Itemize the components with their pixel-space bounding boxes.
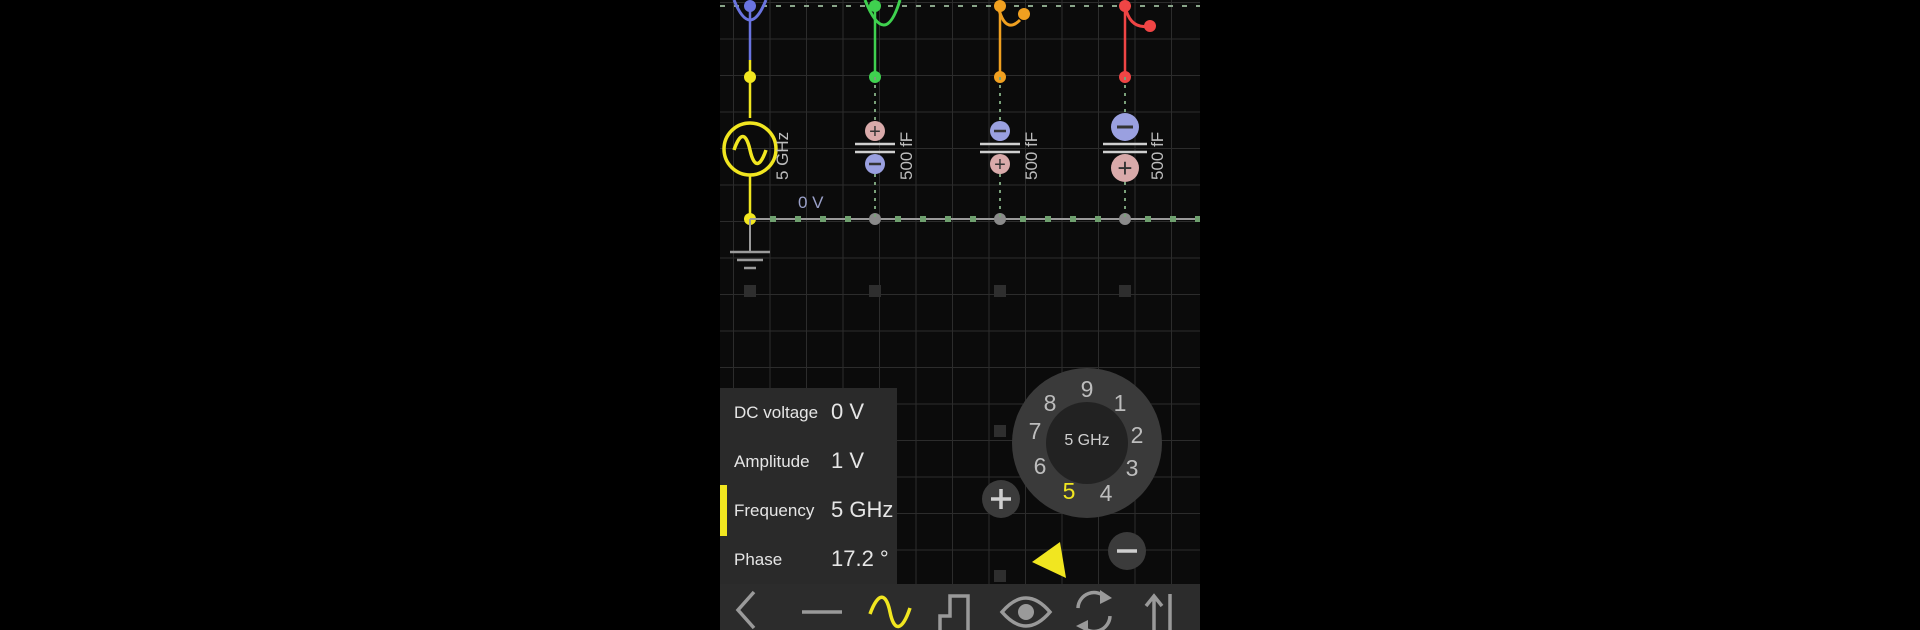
dc-source-icon	[802, 610, 842, 614]
property-panel: DC voltage 0 V Amplitude 1 V Frequency 5…	[720, 388, 897, 584]
pulse-source-button[interactable]	[924, 584, 992, 630]
dial-digit-5[interactable]: 5	[1057, 478, 1081, 504]
decrement-button[interactable]	[1108, 532, 1146, 570]
frequency-dial[interactable]: 5 GHz 9 1 2 3 4 5 6 7 8	[1012, 368, 1162, 518]
dial-digit-8[interactable]: 8	[1038, 390, 1062, 416]
capacitor-1-plus-sign: +	[869, 121, 881, 143]
cycle-button[interactable]	[1060, 584, 1128, 630]
dial-center-label: 5 GHz	[1064, 432, 1110, 449]
swap-button[interactable]	[1128, 584, 1196, 630]
ac-source-icon	[868, 595, 912, 629]
cycle-icon	[1076, 590, 1112, 630]
dial-digit-7[interactable]: 7	[1023, 418, 1047, 444]
bottom-toolbar	[720, 584, 1200, 630]
property-label: Frequency	[734, 501, 815, 520]
dial-pointer-icon	[1032, 542, 1066, 578]
dial-digit-1[interactable]: 1	[1108, 390, 1132, 416]
capacitor-2-plus-sign: +	[994, 154, 1006, 176]
dial-digit-4[interactable]: 4	[1094, 480, 1118, 506]
swap-icon	[1144, 593, 1172, 630]
property-row-phase[interactable]: Phase 17.2 °	[720, 535, 897, 584]
circuit-app: 5 GHz 0 V + 500 fF + 500 fF + 500 fF DC …	[720, 0, 1200, 630]
property-value: 17.2 °	[831, 546, 889, 571]
dial-digit-9[interactable]: 9	[1075, 376, 1099, 402]
property-row-frequency[interactable]: Frequency 5 GHz	[720, 486, 897, 535]
minus-icon	[1117, 549, 1137, 553]
property-label: Phase	[734, 550, 783, 569]
plus-icon	[991, 489, 1011, 509]
capacitor-3-plus-sign: +	[1117, 153, 1132, 183]
node-voltage-label: 0 V	[798, 193, 824, 212]
property-value: 5 GHz	[831, 497, 894, 522]
visibility-button[interactable]	[992, 584, 1060, 630]
capacitor-3-label: 500 fF	[1148, 132, 1167, 180]
dial-digit-6[interactable]: 6	[1028, 453, 1052, 479]
eye-icon	[999, 596, 1053, 628]
dial-digit-2[interactable]: 2	[1125, 422, 1149, 448]
ac-source-button[interactable]	[856, 584, 924, 630]
property-label: Amplitude	[734, 452, 810, 471]
back-button[interactable]	[720, 584, 788, 630]
property-row-dc-voltage[interactable]: DC voltage 0 V	[720, 388, 897, 437]
dial-digit-3[interactable]: 3	[1120, 455, 1144, 481]
capacitor-2-label: 500 fF	[1022, 132, 1041, 180]
property-label: DC voltage	[734, 403, 819, 422]
dc-source-button[interactable]	[788, 584, 856, 630]
source-frequency-label: 5 GHz	[773, 132, 792, 180]
capacitor-1-label: 500 fF	[897, 132, 916, 180]
property-row-amplitude[interactable]: Amplitude 1 V	[720, 437, 897, 486]
back-icon	[735, 590, 756, 630]
property-value: 1 V	[831, 448, 865, 473]
property-value: 0 V	[831, 399, 865, 424]
pulse-source-icon	[938, 594, 970, 630]
increment-button[interactable]	[982, 480, 1020, 518]
